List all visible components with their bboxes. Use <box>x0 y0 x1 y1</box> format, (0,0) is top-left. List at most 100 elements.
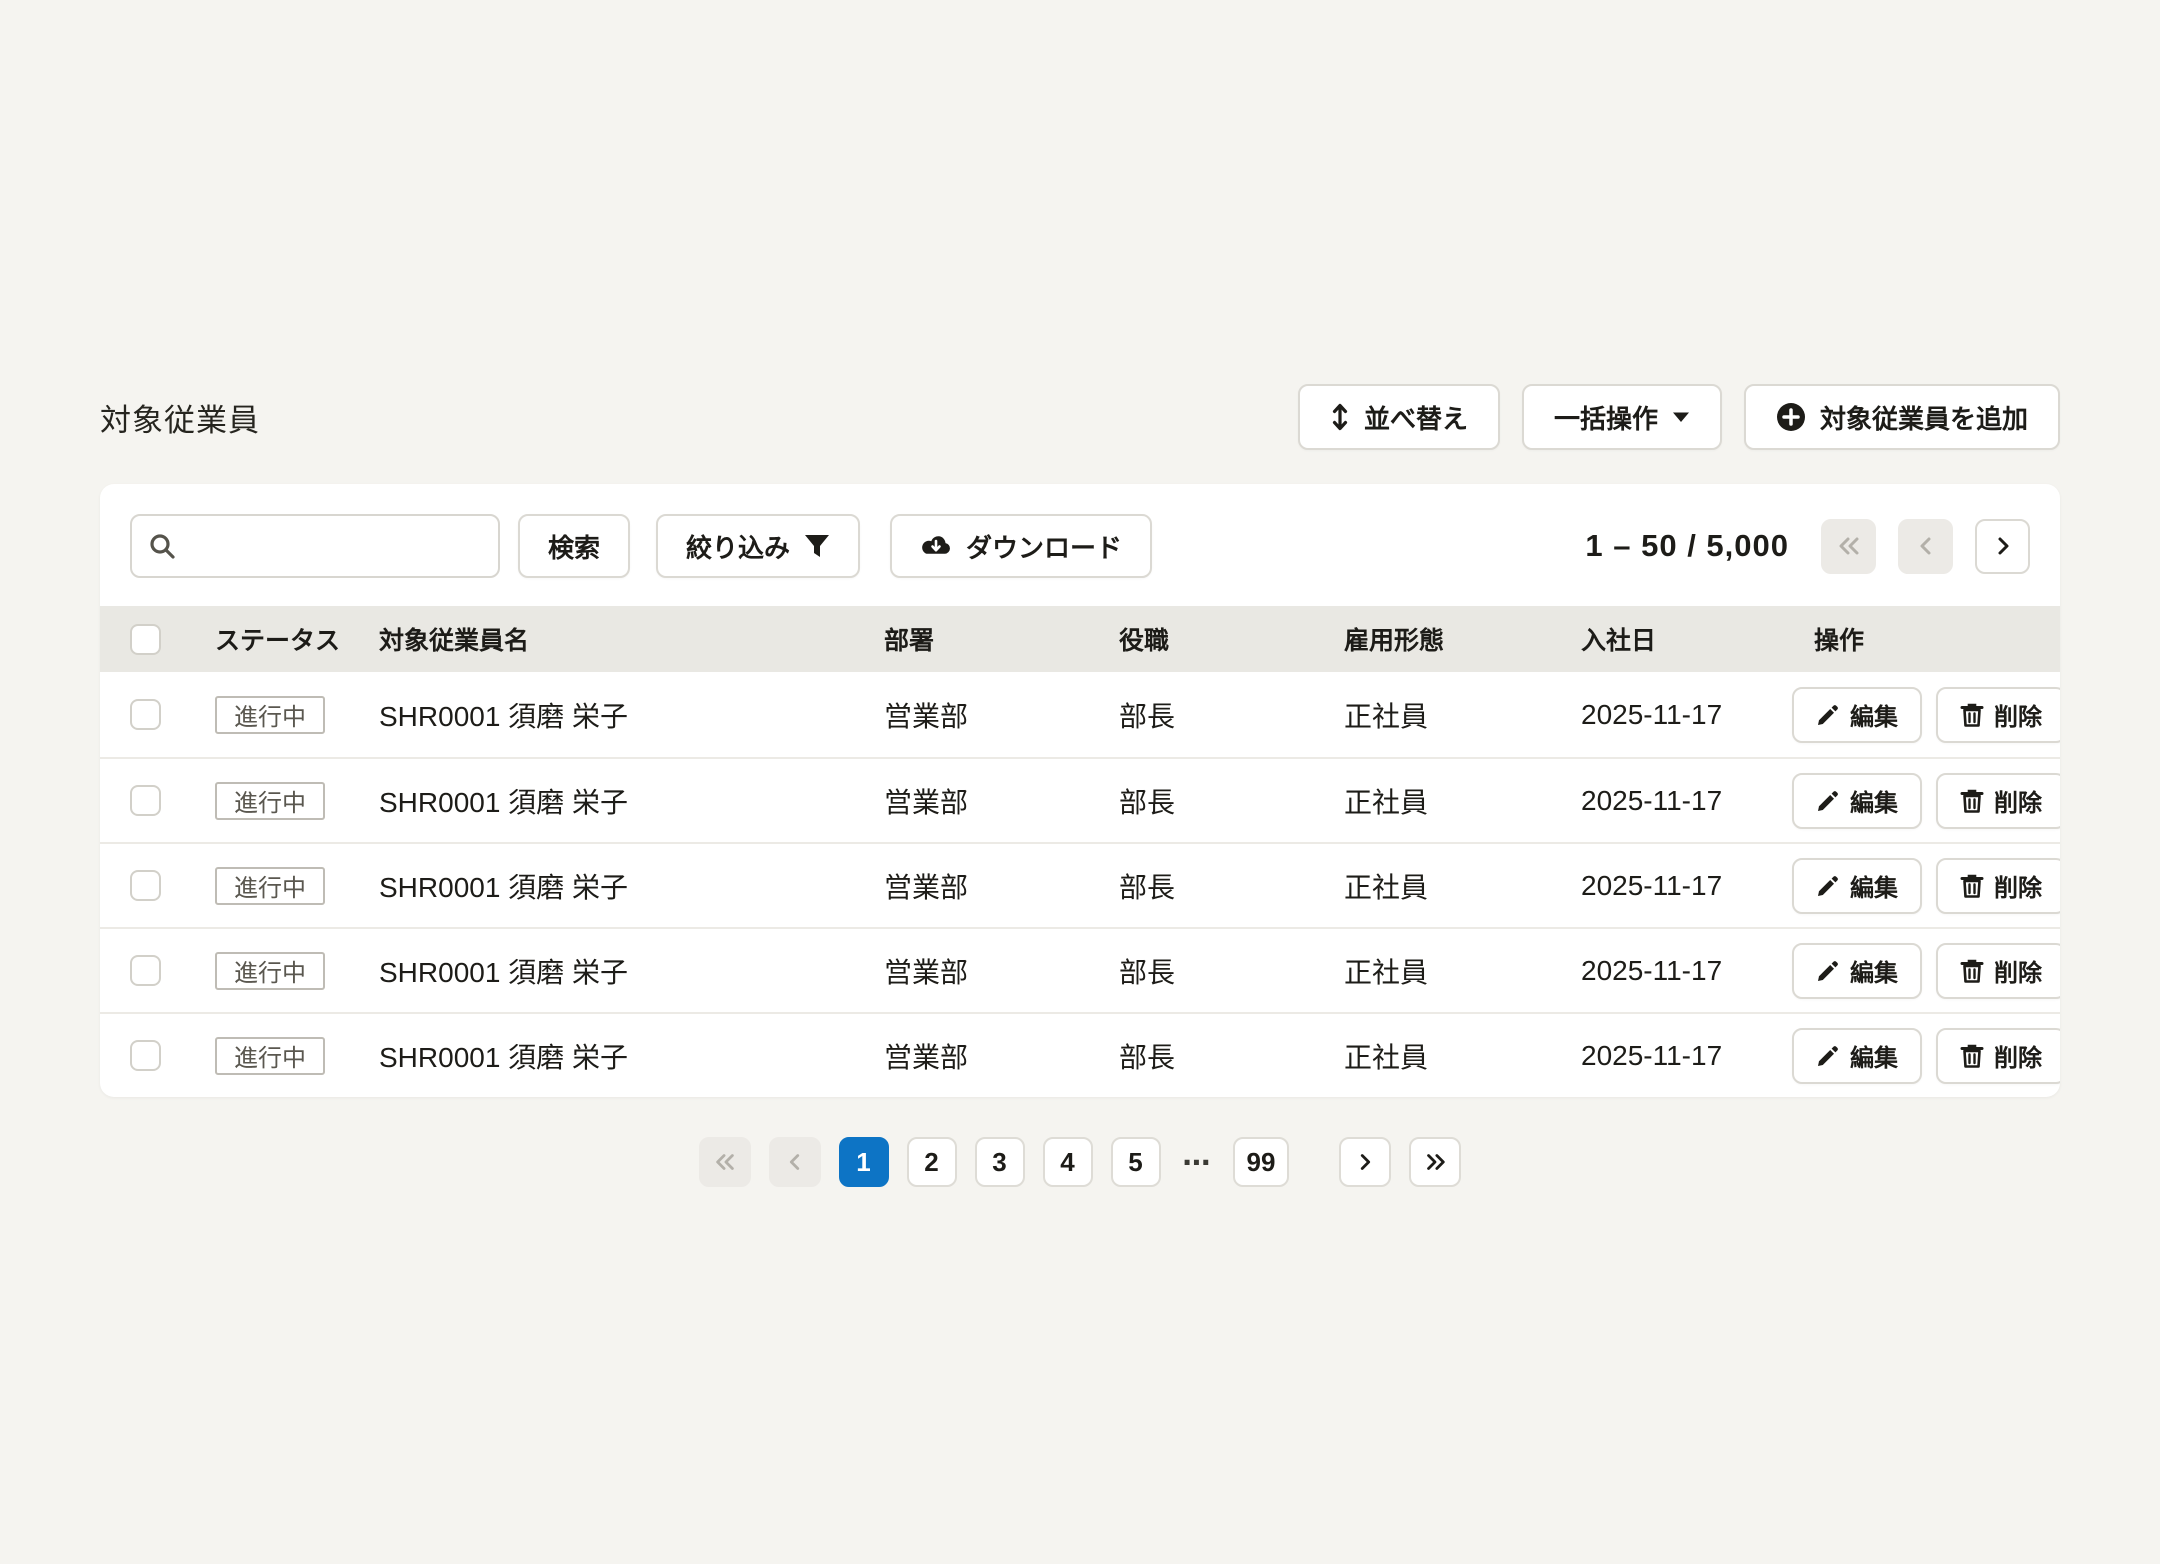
add-employee-label: 対象従業員を追加 <box>1820 399 2028 436</box>
table-row: 進行中 SHR0001 須磨 栄子 営業部 部長 正社員 2025-11-17 … <box>100 757 2060 842</box>
table-row: 進行中 SHR0001 須磨 栄子 営業部 部長 正社員 2025-11-17 … <box>100 1012 2060 1097</box>
employee-position: 部長 <box>1089 695 1314 735</box>
row-checkbox[interactable] <box>130 699 161 730</box>
page-title: 対象従業員 <box>100 395 260 440</box>
col-header-status: ステータス <box>185 621 349 657</box>
toolbar-pagination: 1 – 50 / 5,000 <box>1585 519 2030 574</box>
download-button[interactable]: ダウンロード <box>890 514 1152 578</box>
table-row: 進行中 SHR0001 須磨 栄子 営業部 部長 正社員 2025-11-17 … <box>100 927 2060 1012</box>
edit-button[interactable]: 編集 <box>1792 687 1922 743</box>
delete-button-label: 削除 <box>1994 868 2042 903</box>
select-all-checkbox[interactable] <box>130 624 161 655</box>
status-badge: 進行中 <box>215 782 325 820</box>
employee-hire-date: 2025-11-17 <box>1551 699 1784 731</box>
employee-list-page: 対象従業員 並べ替え 一括操作 <box>0 384 2160 1187</box>
pencil-icon <box>1816 874 1840 898</box>
search-button-label: 検索 <box>548 528 600 565</box>
edit-button-label: 編集 <box>1850 868 1898 903</box>
cloud-download-icon <box>920 534 952 558</box>
funnel-icon <box>804 533 830 559</box>
trash-icon <box>1960 1043 1984 1069</box>
table-row: 進行中 SHR0001 須磨 栄子 営業部 部長 正社員 2025-11-17 … <box>100 842 2060 927</box>
employee-hire-date: 2025-11-17 <box>1551 1040 1784 1072</box>
employee-department: 営業部 <box>854 1036 1089 1076</box>
row-checkbox[interactable] <box>130 1040 161 1071</box>
employee-name: SHR0001 須磨 栄子 <box>349 781 854 821</box>
employee-department: 営業部 <box>854 866 1089 906</box>
page-button[interactable]: 2 <box>907 1137 957 1187</box>
row-checkbox[interactable] <box>130 955 161 986</box>
first-page-button[interactable] <box>1821 519 1876 574</box>
edit-button[interactable]: 編集 <box>1792 1028 1922 1084</box>
last-page-button[interactable] <box>1409 1137 1461 1187</box>
status-badge: 進行中 <box>215 952 325 990</box>
download-button-label: ダウンロード <box>966 528 1122 565</box>
page-button[interactable]: 5 <box>1111 1137 1161 1187</box>
employee-position: 部長 <box>1089 781 1314 821</box>
page-number-group: 12345 <box>839 1137 1161 1187</box>
employee-department: 営業部 <box>854 951 1089 991</box>
delete-button[interactable]: 削除 <box>1936 1028 2060 1084</box>
table-body: 進行中 SHR0001 須磨 栄子 営業部 部長 正社員 2025-11-17 … <box>100 672 2060 1097</box>
search-icon <box>148 532 176 560</box>
page-button[interactable]: 3 <box>975 1137 1025 1187</box>
edit-button-label: 編集 <box>1850 697 1898 732</box>
page-header: 対象従業員 並べ替え 一括操作 <box>100 384 2060 450</box>
caret-down-icon <box>1672 411 1690 423</box>
edit-button-label: 編集 <box>1850 783 1898 818</box>
filter-button[interactable]: 絞り込み <box>656 514 860 578</box>
pagination-ellipsis: ⋯ <box>1179 1146 1215 1179</box>
pencil-icon <box>1816 703 1840 727</box>
delete-button[interactable]: 削除 <box>1936 943 2060 999</box>
delete-button-label: 削除 <box>1994 783 2042 818</box>
pencil-icon <box>1816 1044 1840 1068</box>
page-button[interactable]: 1 <box>839 1137 889 1187</box>
employee-hire-date: 2025-11-17 <box>1551 785 1784 817</box>
page-button[interactable]: 4 <box>1043 1137 1093 1187</box>
trash-icon <box>1960 702 1984 728</box>
employee-hire-date: 2025-11-17 <box>1551 955 1784 987</box>
employee-department: 営業部 <box>854 695 1089 735</box>
sort-button-label: 並べ替え <box>1364 399 1468 436</box>
delete-button-label: 削除 <box>1994 953 2042 988</box>
prev-page-button[interactable] <box>1898 519 1953 574</box>
edit-button-label: 編集 <box>1850 953 1898 988</box>
pencil-icon <box>1816 959 1840 983</box>
row-checkbox[interactable] <box>130 785 161 816</box>
delete-button[interactable]: 削除 <box>1936 773 2060 829</box>
search-input[interactable] <box>188 531 482 562</box>
pencil-icon <box>1816 789 1840 813</box>
col-header-hire-date: 入社日 <box>1551 621 1784 657</box>
delete-button-label: 削除 <box>1994 1038 2042 1073</box>
edit-button[interactable]: 編集 <box>1792 943 1922 999</box>
next-page-button[interactable] <box>1339 1137 1391 1187</box>
edit-button[interactable]: 編集 <box>1792 773 1922 829</box>
add-employee-button[interactable]: 対象従業員を追加 <box>1744 384 2060 450</box>
delete-button[interactable]: 削除 <box>1936 687 2060 743</box>
col-header-position: 役職 <box>1089 621 1314 657</box>
search-button[interactable]: 検索 <box>518 514 630 578</box>
employee-name: SHR0001 須磨 栄子 <box>349 695 854 735</box>
delete-button-label: 削除 <box>1994 697 2042 732</box>
row-checkbox[interactable] <box>130 870 161 901</box>
col-header-employment: 雇用形態 <box>1314 621 1551 657</box>
plus-circle-icon <box>1776 402 1806 432</box>
edit-button[interactable]: 編集 <box>1792 858 1922 914</box>
employee-table-card: 検索 絞り込み ダウンロード 1 – 50 / 5,000 <box>100 484 2060 1097</box>
first-page-button[interactable] <box>699 1137 751 1187</box>
employee-employment-type: 正社員 <box>1314 695 1551 735</box>
bulk-actions-button[interactable]: 一括操作 <box>1522 384 1722 450</box>
employee-employment-type: 正社員 <box>1314 1036 1551 1076</box>
delete-button[interactable]: 削除 <box>1936 858 2060 914</box>
table-header-row: ステータス 対象従業員名 部署 役職 雇用形態 入社日 操作 <box>100 606 2060 672</box>
trash-icon <box>1960 873 1984 899</box>
page-button-last-number[interactable]: 99 <box>1233 1137 1290 1187</box>
bulk-actions-label: 一括操作 <box>1554 399 1658 436</box>
employee-name: SHR0001 須磨 栄子 <box>349 951 854 991</box>
sort-button[interactable]: 並べ替え <box>1298 384 1500 450</box>
prev-page-button[interactable] <box>769 1137 821 1187</box>
result-range: 1 – 50 / 5,000 <box>1585 528 1789 564</box>
next-page-button[interactable] <box>1975 519 2030 574</box>
col-header-department: 部署 <box>854 621 1089 657</box>
table-toolbar: 検索 絞り込み ダウンロード 1 – 50 / 5,000 <box>100 484 2060 606</box>
